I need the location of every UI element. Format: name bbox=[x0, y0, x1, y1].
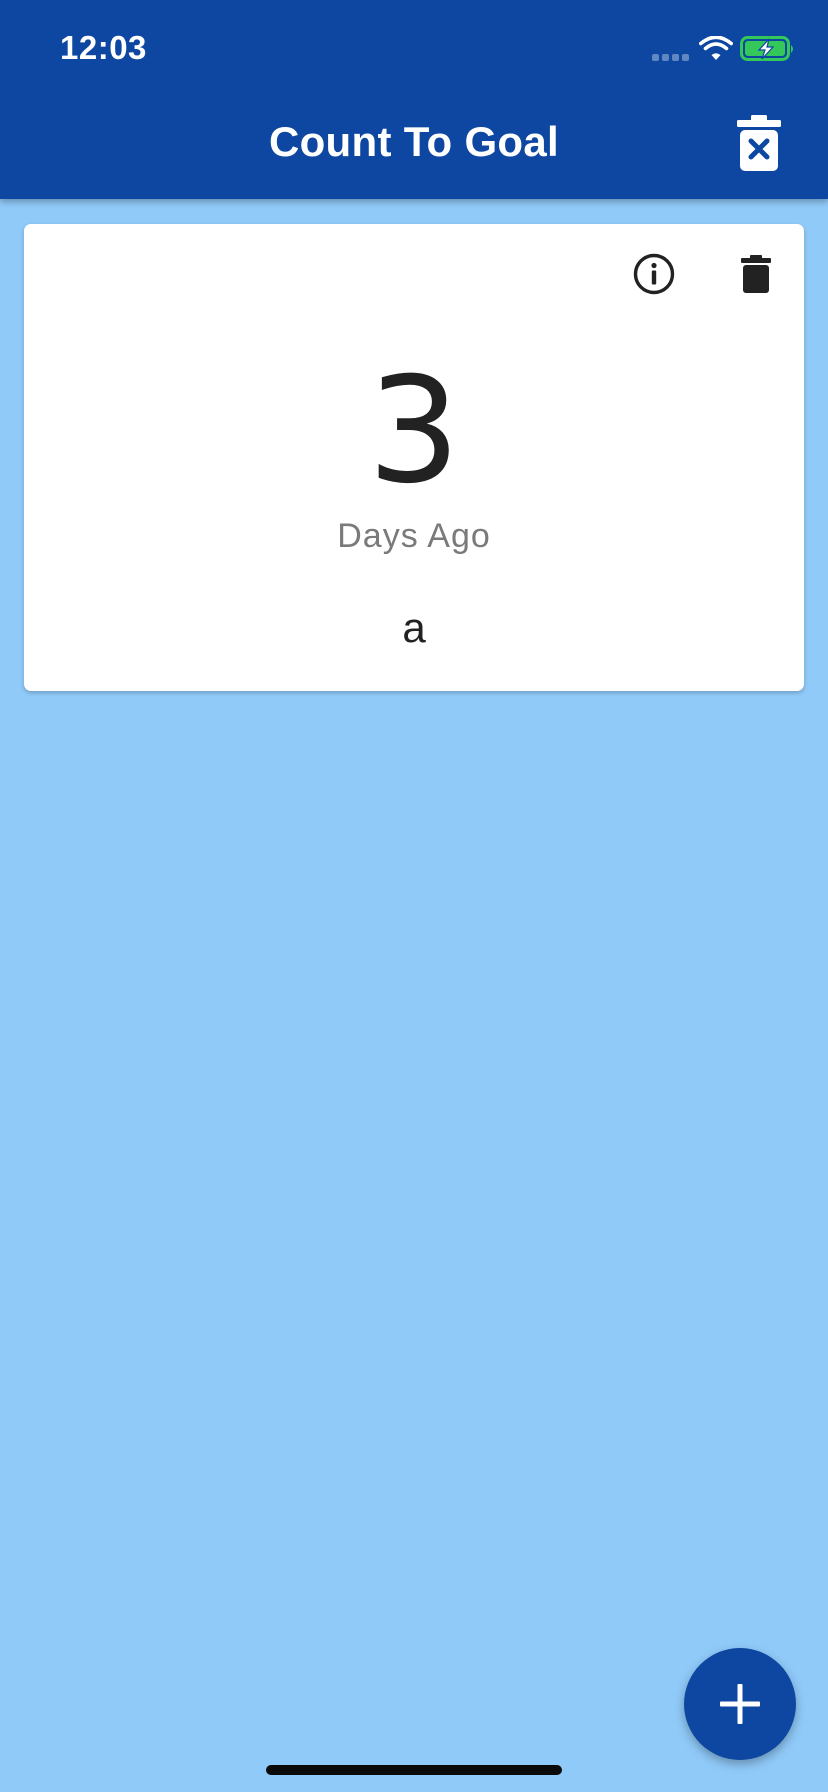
status-time: 12:03 bbox=[60, 29, 147, 66]
app-title: Count To Goal bbox=[268, 118, 560, 165]
delete-button[interactable] bbox=[726, 244, 786, 304]
delete-forever-icon bbox=[737, 115, 781, 171]
battery-charging-icon bbox=[740, 36, 793, 61]
count-value: 3 bbox=[367, 346, 461, 516]
add-icon bbox=[720, 1684, 760, 1724]
home-indicator[interactable] bbox=[266, 1765, 562, 1775]
add-goal-button[interactable] bbox=[684, 1648, 796, 1760]
goal-card[interactable]: 3 Days Ago a bbox=[24, 224, 804, 691]
count-unit-label: Days Ago bbox=[337, 517, 491, 555]
app-bar: 12:03 Count To Goal bbox=[0, 0, 828, 199]
delete-all-button[interactable] bbox=[728, 112, 790, 174]
goal-name: a bbox=[402, 604, 426, 651]
delete-icon bbox=[741, 255, 771, 293]
info-icon bbox=[633, 253, 675, 295]
info-button[interactable] bbox=[624, 244, 684, 304]
cellular-signal-icon bbox=[652, 54, 689, 61]
wifi-icon bbox=[699, 36, 733, 60]
